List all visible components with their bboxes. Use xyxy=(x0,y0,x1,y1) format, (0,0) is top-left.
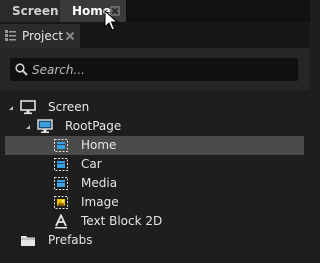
image-icon xyxy=(54,196,68,209)
tree-item-prefabs[interactable]: Prefabs xyxy=(0,231,310,250)
tree-item-rootpage[interactable]: RootPage xyxy=(0,117,310,136)
text-block-icon xyxy=(55,214,67,229)
tree-item-screen[interactable]: Screen xyxy=(0,98,310,117)
search-area xyxy=(0,48,310,90)
mouse-cursor-icon xyxy=(104,10,118,31)
tree-item-label: Image xyxy=(81,195,119,209)
tree-item-home[interactable]: Home xyxy=(5,136,304,155)
project-tree: Screen RootPage Home Car Media Image Tex… xyxy=(0,90,310,263)
folder-icon xyxy=(21,236,35,246)
search-icon xyxy=(15,63,28,76)
search-box[interactable] xyxy=(10,58,298,81)
tab-screen[interactable]: Screen xyxy=(0,0,60,22)
page-icon xyxy=(37,119,53,133)
monitor-icon xyxy=(20,100,36,115)
tree-item-label: Home xyxy=(81,138,117,152)
tree-item-label: Car xyxy=(81,157,102,171)
tree-item-label: Text Block 2D xyxy=(81,214,163,228)
close-panel-icon[interactable] xyxy=(66,32,74,40)
expand-arrow-icon[interactable] xyxy=(26,125,30,129)
node-icon xyxy=(54,158,68,171)
tree-item-image[interactable]: Image xyxy=(0,193,310,212)
tab-screen-label: Screen xyxy=(12,4,59,18)
expand-arrow-icon[interactable] xyxy=(9,106,13,110)
tree-item-label: Prefabs xyxy=(48,233,93,247)
node-icon xyxy=(54,139,68,152)
tree-item-label: Screen xyxy=(48,100,90,114)
search-input[interactable] xyxy=(32,58,292,81)
tree-item-media[interactable]: Media xyxy=(0,174,310,193)
tab-project[interactable]: Project xyxy=(0,24,80,48)
tree-item-label: Media xyxy=(81,176,118,190)
document-tab-bar: Screen Home xyxy=(0,0,310,22)
tab-project-label: Project xyxy=(22,29,64,43)
tree-item-text-block-2d[interactable]: Text Block 2D xyxy=(0,212,310,231)
tree-item-label: RootPage xyxy=(65,119,122,133)
node-icon xyxy=(54,177,68,190)
panel-tab-bar: Project xyxy=(0,22,310,48)
project-panel-icon xyxy=(5,30,16,41)
tree-item-car[interactable]: Car xyxy=(0,155,310,174)
